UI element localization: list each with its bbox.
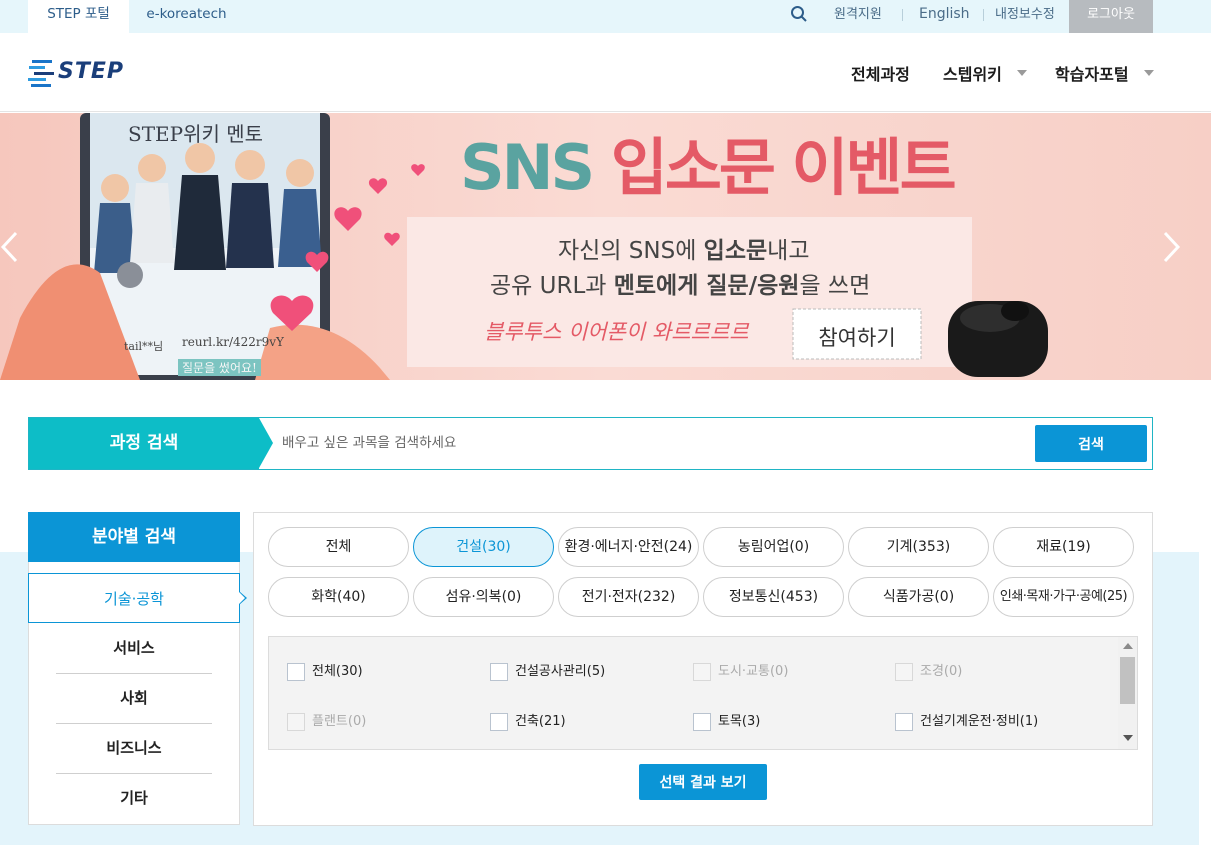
scroll-up-icon[interactable] xyxy=(1123,643,1133,649)
logout-button[interactable]: 로그아웃 xyxy=(1069,0,1153,33)
checkbox-label: 도시·교통(0) xyxy=(718,664,789,679)
checkbox-box[interactable] xyxy=(490,663,508,681)
category-business[interactable]: 비즈니스 xyxy=(28,723,240,773)
tab-e-koreatech[interactable]: e-koreatech xyxy=(129,0,244,33)
banner-line-2-a: 공유 URL과 xyxy=(490,273,614,299)
banner-line-2-c: 을 쓰면 xyxy=(799,273,871,299)
site-header: STEP 전체과정 스텝위키 학습자포털 xyxy=(0,33,1211,112)
banner-title: SNS 입소문 이벤트 xyxy=(460,131,957,204)
checkbox-label: 건설공사관리(5) xyxy=(515,664,606,679)
chevron-down-icon xyxy=(1017,70,1027,76)
pill-construction[interactable]: 건설(30) xyxy=(413,527,554,567)
search-button[interactable]: 검색 xyxy=(1035,425,1147,462)
phone-url: reurl.kr/422r9vY xyxy=(182,335,284,349)
divider xyxy=(983,9,984,21)
active-pointer-inner xyxy=(239,592,245,604)
phone-note: 질문을 썼어요! xyxy=(178,359,261,376)
banner-title-rest: 입소문 이벤트 xyxy=(610,131,957,204)
chevron-right-icon[interactable] xyxy=(1163,231,1181,270)
pill-ict[interactable]: 정보통신(453) xyxy=(703,577,844,617)
nav-learner-portal[interactable]: 학습자포털 xyxy=(1055,61,1129,85)
field-search-title: 분야별 검색 xyxy=(28,512,240,562)
category-society[interactable]: 사회 xyxy=(28,673,240,723)
banner-cta-button[interactable]: 참여하기 xyxy=(793,322,921,352)
logo-text: STEP xyxy=(58,59,125,84)
search-label-pointer xyxy=(259,418,273,468)
pill-agriculture[interactable]: 농림어업(0) xyxy=(703,527,844,567)
subcategory-list xyxy=(268,636,1138,750)
banner-title-sns: SNS xyxy=(460,131,595,204)
top-utility-bar: STEP 포털 e-koreatech 원격지원 English 내정보수정 로… xyxy=(0,0,1211,33)
category-tech-engineering[interactable]: 기술·공학 xyxy=(28,573,240,623)
course-search-label: 과정 검색 xyxy=(29,418,259,469)
scroll-thumb[interactable] xyxy=(1120,657,1135,704)
subcategory-scrollbar[interactable] xyxy=(1118,637,1137,749)
banner-line-1-b: 입소문 xyxy=(703,238,768,264)
banner-line-1: 자신의 SNS에 입소문내고 xyxy=(558,231,809,265)
view-selected-results-button[interactable]: 선택 결과 보기 xyxy=(639,764,767,800)
pill-environment-energy-safety[interactable]: 환경·에너지·안전(24) xyxy=(558,527,699,567)
chevron-down-icon xyxy=(1144,70,1154,76)
edit-profile-link[interactable]: 내정보수정 xyxy=(995,0,1055,33)
remote-support-link[interactable]: 원격지원 xyxy=(834,0,882,33)
tab-step-portal[interactable]: STEP 포털 xyxy=(28,0,129,33)
pill-materials[interactable]: 재료(19) xyxy=(993,527,1134,567)
checkbox-all[interactable]: 전체(30) xyxy=(287,662,363,682)
checkbox-box[interactable] xyxy=(490,713,508,731)
search-icon[interactable] xyxy=(790,5,808,23)
phone-title: STEP위키 멘토 xyxy=(128,122,264,146)
course-search-box: 과정 검색 검색 xyxy=(28,417,1153,470)
logo-mark-icon xyxy=(28,60,54,87)
checkbox-plant: 플랜트(0) xyxy=(287,712,366,732)
checkbox-label: 건축(21) xyxy=(515,714,566,729)
chevron-left-icon[interactable] xyxy=(0,231,18,270)
nav-all-courses[interactable]: 전체과정 xyxy=(851,61,910,85)
checkbox-label: 플랜트(0) xyxy=(312,714,367,729)
pill-all[interactable]: 전체 xyxy=(268,527,409,567)
checkbox-landscape: 조경(0) xyxy=(895,662,962,682)
checkbox-box xyxy=(693,663,711,681)
phone-user: tail**님 xyxy=(124,340,164,353)
divider xyxy=(902,9,903,21)
pill-textile[interactable]: 섬유·의복(0) xyxy=(413,577,554,617)
checkbox-box[interactable] xyxy=(287,663,305,681)
checkbox-construction-machinery[interactable]: 건설기계운전·정비(1) xyxy=(895,712,1038,732)
pill-chemistry[interactable]: 화학(40) xyxy=(268,577,409,617)
checkbox-civil-engineering[interactable]: 토목(3) xyxy=(693,712,760,732)
banner-line-1-c: 내고 xyxy=(767,238,810,264)
pill-food-processing[interactable]: 식품가공(0) xyxy=(848,577,989,617)
category-service[interactable]: 서비스 xyxy=(28,623,240,673)
checkbox-box xyxy=(895,663,913,681)
english-link[interactable]: English xyxy=(919,0,970,33)
banner-line-2-b: 멘토에게 질문/응원 xyxy=(613,273,800,299)
pill-electric-electronic[interactable]: 전기·전자(232) xyxy=(558,577,699,617)
checkbox-box xyxy=(287,713,305,731)
checkbox-box[interactable] xyxy=(895,713,913,731)
checkbox-label: 조경(0) xyxy=(920,664,963,679)
checkbox-label: 건설기계운전·정비(1) xyxy=(920,714,1039,729)
category-etc[interactable]: 기타 xyxy=(28,773,240,823)
banner-prize: 블루투스 이어폰이 와르르르르 xyxy=(484,320,749,344)
banner-line-1-a: 자신의 SNS에 xyxy=(558,238,704,264)
checkbox-architecture[interactable]: 건축(21) xyxy=(490,712,566,732)
checkbox-label: 토목(3) xyxy=(718,714,761,729)
step-logo[interactable]: STEP xyxy=(28,57,148,91)
event-banner[interactable]: STEP위키 멘토 tail**님 reurl.kr/422r9vY 질문을 썼… xyxy=(0,113,1211,380)
banner-line-2: 공유 URL과 멘토에게 질문/응원을 쓰면 xyxy=(490,266,870,300)
checkbox-urban-transport: 도시·교통(0) xyxy=(693,662,788,682)
course-search-input[interactable] xyxy=(282,426,1042,460)
checkbox-construction-management[interactable]: 건설공사관리(5) xyxy=(490,662,605,682)
scroll-down-icon[interactable] xyxy=(1123,735,1133,741)
checkbox-label: 전체(30) xyxy=(312,664,363,679)
nav-step-wiki[interactable]: 스텝위키 xyxy=(943,61,1002,85)
pill-machinery[interactable]: 기계(353) xyxy=(848,527,989,567)
pill-printing-wood-craft[interactable]: 인쇄·목재·가구·공예(25) xyxy=(993,577,1134,617)
checkbox-box[interactable] xyxy=(693,713,711,731)
